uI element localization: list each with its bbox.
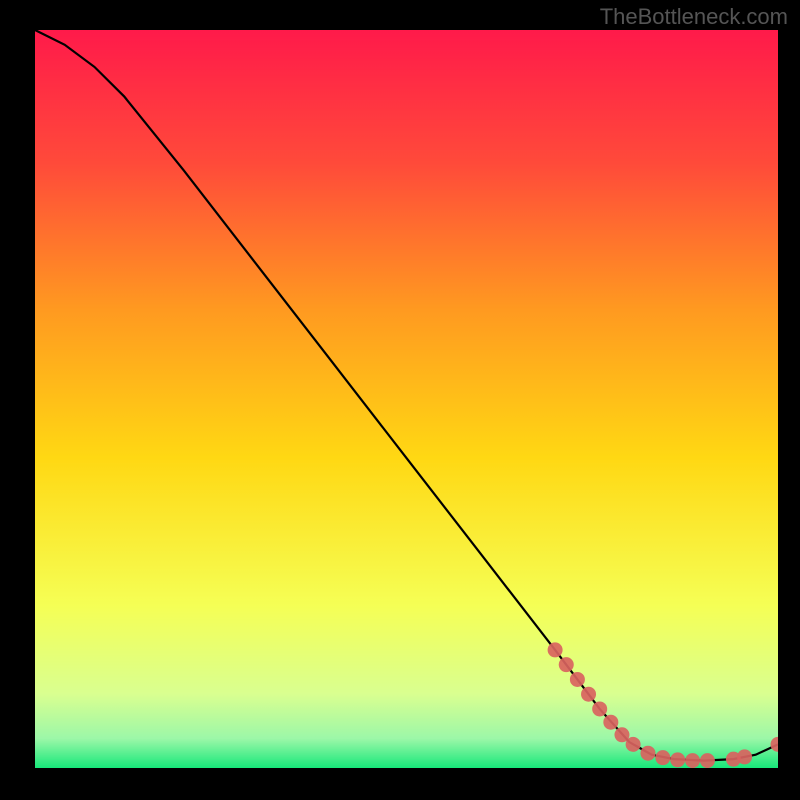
watermark-text: TheBottleneck.com bbox=[600, 4, 788, 30]
data-marker bbox=[559, 657, 574, 672]
data-marker bbox=[685, 753, 700, 768]
data-marker bbox=[570, 672, 585, 687]
data-marker bbox=[581, 687, 596, 702]
data-marker bbox=[592, 701, 607, 716]
chart-plot-area bbox=[35, 30, 778, 768]
data-marker bbox=[603, 715, 618, 730]
data-marker bbox=[737, 749, 752, 764]
data-marker bbox=[626, 737, 641, 752]
data-marker bbox=[640, 746, 655, 761]
data-marker bbox=[700, 753, 715, 768]
data-marker bbox=[670, 752, 685, 767]
data-marker bbox=[655, 750, 670, 765]
chart-svg bbox=[35, 30, 778, 768]
chart-background bbox=[35, 30, 778, 768]
data-marker bbox=[548, 642, 563, 657]
